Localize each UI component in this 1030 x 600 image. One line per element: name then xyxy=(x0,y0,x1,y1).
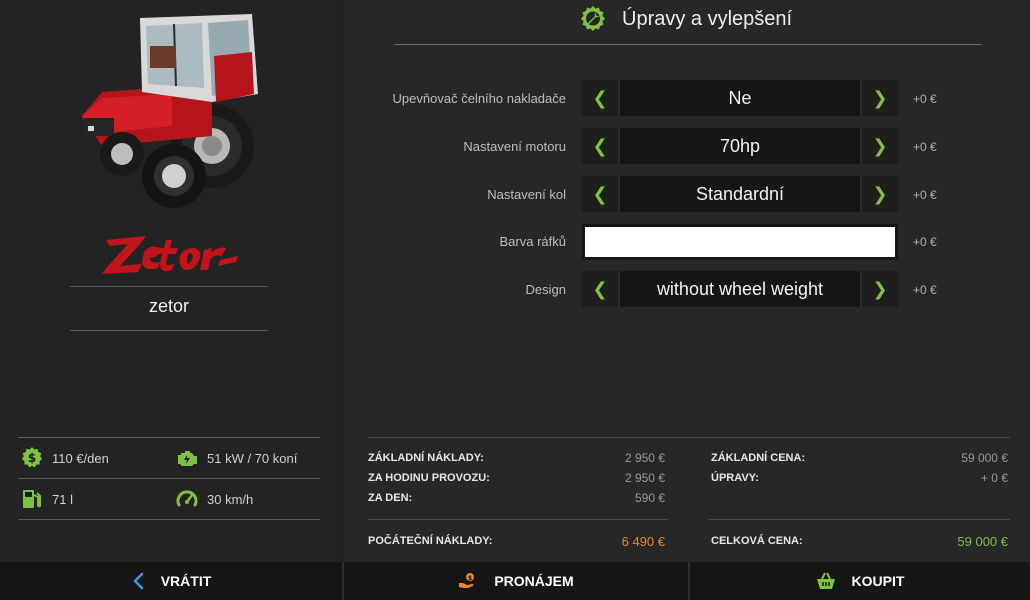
buy-button[interactable]: KOUPIT xyxy=(688,562,1030,600)
option-label-engine: Nastavení motoru xyxy=(463,139,566,154)
per-day-value: 590 € xyxy=(634,491,665,505)
per-hour-label: ZA HODINU PROVOZU: xyxy=(368,472,490,484)
next-arrow-icon[interactable]: ❯ xyxy=(862,176,898,212)
total-price-label: CELKOVÁ CENA: xyxy=(711,535,803,547)
option-price: +0 € xyxy=(913,140,937,154)
option-price: +0 € xyxy=(913,235,937,249)
stat-speed: 30 km/h xyxy=(175,487,253,511)
previous-arrow-icon[interactable]: ❮ xyxy=(582,80,618,116)
basket-icon xyxy=(816,572,835,589)
svg-text:$: $ xyxy=(28,451,36,465)
initial-costs-label: POČÁTEČNÍ NÁKLADY: xyxy=(368,535,493,547)
buy-button-label: KOUPIT xyxy=(851,573,905,589)
option-selector-front-loader: ❮ Ne ❯ xyxy=(582,80,898,116)
divider xyxy=(368,519,668,520)
per-day-label: ZA DEN: xyxy=(368,492,413,504)
option-price: +0 € xyxy=(913,188,937,202)
dollar-gear-icon: $ xyxy=(21,447,43,468)
base-price-value: 59 000 € xyxy=(961,451,1008,465)
divider xyxy=(368,437,1010,438)
base-costs-value: 2 950 € xyxy=(624,451,665,465)
modifications-value: + 0 € xyxy=(980,471,1008,485)
divider xyxy=(18,478,320,479)
section-header: Úpravy a vylepšení xyxy=(578,4,792,34)
option-selector-wheels: ❮ Standardní ❯ xyxy=(582,176,898,212)
section-title: Úpravy a vylepšení xyxy=(622,7,793,30)
configuration-panel: Úpravy a vylepšení Upevňovač čelního nak… xyxy=(343,0,1030,562)
lease-button[interactable]: $ PRONÁJEM xyxy=(342,562,688,600)
previous-arrow-icon[interactable]: ❮ xyxy=(582,128,618,164)
lease-hand-icon: $ xyxy=(459,573,475,588)
option-value: without wheel weight xyxy=(618,271,862,307)
rim-color-picker[interactable] xyxy=(582,224,898,260)
option-label-design: Design xyxy=(525,282,566,297)
action-bar: VRÁTIT $ PRONÁJEM KOUPIT xyxy=(0,562,1030,600)
next-arrow-icon[interactable]: ❯ xyxy=(862,128,898,164)
vehicle-name: zetor xyxy=(148,296,190,316)
option-label-front-loader: Upevňovač čelního nakladače xyxy=(392,91,566,106)
option-selector-engine: ❮ 70hp ❯ xyxy=(582,128,898,164)
divider xyxy=(709,519,1010,520)
option-value: Standardní xyxy=(618,176,862,212)
vehicle-info-panel: zetor $ 110 €/den 51 kW / 70 koní 71 l 3… xyxy=(0,0,342,562)
option-label-wheels: Nastavení kol xyxy=(487,187,566,202)
speedometer-icon xyxy=(176,490,198,507)
stat-value: 30 km/h xyxy=(207,491,254,507)
divider xyxy=(394,44,982,45)
divider xyxy=(18,437,320,438)
modifications-label: ÚPRAVY: xyxy=(711,472,759,484)
zetor-logo xyxy=(102,236,238,274)
option-price: +0 € xyxy=(913,283,937,297)
tractor-image xyxy=(82,14,258,208)
divider xyxy=(70,286,268,287)
previous-arrow-icon[interactable]: ❮ xyxy=(582,176,618,212)
option-value: 70hp xyxy=(618,128,862,164)
option-label-rim-color: Barva ráfků xyxy=(499,234,566,249)
total-price-value: 59 000 € xyxy=(957,534,1008,549)
stat-value: 51 kW / 70 koní xyxy=(207,450,298,466)
svg-text:$: $ xyxy=(468,575,472,582)
back-arrow-icon xyxy=(132,572,143,590)
per-hour-value: 2 950 € xyxy=(624,471,665,485)
divider xyxy=(18,519,320,520)
stat-fuel: 71 l xyxy=(20,487,73,511)
divider xyxy=(70,330,268,331)
base-price-label: ZÁKLADNÍ CENA: xyxy=(711,452,806,464)
stat-value: 110 €/den xyxy=(52,450,109,466)
wrench-gear-icon xyxy=(581,6,605,31)
previous-arrow-icon[interactable]: ❮ xyxy=(582,271,618,307)
back-button-label: VRÁTIT xyxy=(160,573,212,589)
initial-costs-value: 6 490 € xyxy=(621,534,665,549)
stat-cost-per-day: $ 110 €/den xyxy=(20,446,109,470)
engine-icon xyxy=(178,451,197,466)
color-swatch xyxy=(585,227,895,257)
lease-button-label: PRONÁJEM xyxy=(494,573,574,589)
option-price: +0 € xyxy=(913,92,937,106)
option-value: Ne xyxy=(618,80,862,116)
back-button[interactable]: VRÁTIT xyxy=(0,562,342,600)
next-arrow-icon[interactable]: ❯ xyxy=(862,271,898,307)
next-arrow-icon[interactable]: ❯ xyxy=(862,80,898,116)
option-selector-design: ❮ without wheel weight ❯ xyxy=(582,271,898,307)
stat-value: 71 l xyxy=(52,491,73,507)
fuel-pump-icon xyxy=(23,490,41,508)
base-costs-label: ZÁKLADNÍ NÁKLADY: xyxy=(368,452,484,464)
stat-power: 51 kW / 70 koní xyxy=(175,446,297,470)
